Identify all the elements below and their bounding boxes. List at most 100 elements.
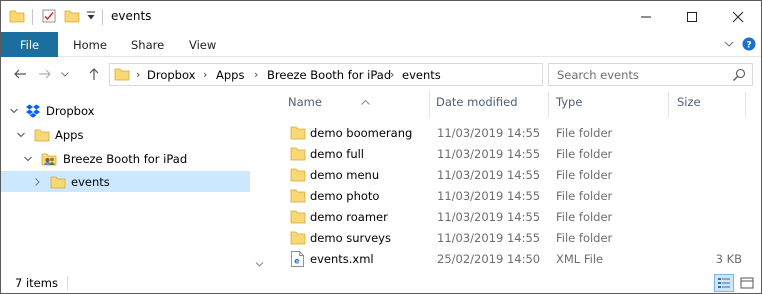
address-row: › Dropbox › Apps › Breeze Booth for iPad… — [1, 58, 761, 90]
column-divider[interactable] — [429, 92, 430, 118]
chevron-right-icon[interactable]: › — [136, 68, 140, 81]
file-date: 11/03/2019 14:55 — [437, 147, 541, 161]
column-header-name[interactable]: Name — [288, 95, 370, 121]
large-icons-view-button[interactable] — [737, 274, 757, 292]
search-input[interactable]: Search events — [557, 68, 639, 82]
file-name: events.xml — [310, 252, 374, 266]
file-type: File folder — [556, 147, 613, 161]
file-row[interactable]: demo surveys 11/03/2019 14:55 File folde… — [286, 227, 736, 248]
folder-icon — [290, 231, 306, 248]
folder-icon — [34, 127, 50, 146]
scroll-down-button[interactable] — [252, 258, 266, 270]
chevron-right-icon[interactable]: › — [254, 68, 258, 81]
file-date: 11/03/2019 14:55 — [437, 231, 541, 245]
chevron-down-icon[interactable] — [23, 153, 33, 167]
file-name: demo boomerang — [310, 126, 413, 140]
column-divider[interactable] — [668, 92, 669, 118]
file-type: File folder — [556, 210, 613, 224]
folder-icon — [114, 66, 130, 85]
tab-view[interactable]: View — [189, 32, 216, 57]
file-row[interactable]: demo boomerang 11/03/2019 14:55 File fol… — [286, 122, 736, 143]
file-row[interactable]: demo photo 11/03/2019 14:55 File folder — [286, 185, 736, 206]
file-name: demo surveys — [310, 231, 391, 245]
details-view-icon — [718, 278, 730, 288]
file-row[interactable]: demo menu 11/03/2019 14:55 File folder — [286, 164, 736, 185]
up-button[interactable] — [84, 64, 104, 84]
search-icon[interactable] — [732, 68, 746, 85]
forward-button[interactable] — [35, 64, 55, 84]
status-bar: 7 items — [1, 271, 761, 293]
properties-icon[interactable] — [41, 8, 57, 27]
xml-file-icon: e — [291, 251, 304, 270]
file-type: File folder — [556, 189, 613, 203]
title-bar: events — [1, 1, 761, 32]
address-bar[interactable]: › Dropbox › Apps › Breeze Booth for iPad… — [109, 63, 641, 86]
minimize-button[interactable] — [623, 1, 669, 32]
tree-label: Breeze Booth for iPad — [63, 152, 188, 166]
tree-item-breeze-booth[interactable]: Breeze Booth for iPad — [1, 148, 250, 169]
file-date: 11/03/2019 14:55 — [437, 189, 541, 203]
tree-item-dropbox[interactable]: Dropbox — [1, 100, 250, 121]
sort-ascending-icon — [361, 94, 370, 108]
file-row[interactable]: demo full 11/03/2019 14:55 File folder — [286, 143, 736, 164]
folder-icon — [50, 174, 66, 193]
file-row[interactable]: e events.xml 25/02/2019 14:50 XML File 3… — [286, 248, 742, 270]
file-list: Name Date modified Type Size demo boomer… — [276, 90, 761, 270]
chevron-right-icon[interactable]: › — [390, 68, 394, 81]
tree-item-apps[interactable]: Apps — [1, 124, 250, 145]
status-separator — [67, 276, 68, 290]
chevron-down-icon[interactable] — [16, 129, 26, 143]
file-type: File folder — [556, 126, 613, 140]
close-icon — [732, 11, 744, 22]
file-type: File folder — [556, 231, 613, 245]
search-box[interactable]: Search events — [548, 63, 753, 86]
file-explorer-window: events File Home Share View ? › Dropbox … — [0, 0, 762, 294]
chevron-right-icon[interactable] — [32, 176, 42, 190]
recent-locations-button[interactable] — [58, 64, 72, 84]
maximize-icon — [687, 11, 697, 22]
column-divider[interactable] — [745, 92, 746, 118]
chevron-right-icon[interactable]: › — [203, 68, 207, 81]
column-header-type[interactable]: Type — [556, 95, 582, 121]
help-icon[interactable]: ? — [742, 37, 756, 54]
expand-ribbon-icon[interactable] — [723, 38, 735, 53]
large-icons-view-icon — [740, 277, 754, 289]
file-name: demo full — [310, 147, 364, 161]
file-name: demo roamer — [310, 210, 388, 224]
tab-home[interactable]: Home — [73, 32, 107, 57]
column-header-size[interactable]: Size — [677, 95, 701, 121]
window-title: events — [111, 9, 152, 23]
back-button[interactable] — [10, 64, 30, 84]
folder-icon — [290, 168, 306, 185]
details-view-button[interactable] — [714, 274, 734, 292]
file-size: 3 KB — [715, 252, 742, 266]
file-row[interactable]: demo roamer 11/03/2019 14:55 File folder — [286, 206, 736, 227]
new-folder-icon[interactable] — [64, 8, 80, 27]
file-date: 11/03/2019 14:55 — [437, 126, 541, 140]
maximize-button[interactable] — [669, 1, 715, 32]
close-button[interactable] — [715, 1, 761, 32]
svg-text:e: e — [294, 257, 300, 266]
shared-folder-icon — [41, 151, 58, 170]
column-divider[interactable] — [548, 92, 549, 118]
breadcrumb-dropbox[interactable]: Dropbox — [147, 68, 195, 82]
back-arrow-icon — [14, 69, 26, 79]
tree-label: Dropbox — [46, 104, 95, 118]
tree-item-events[interactable]: events — [1, 171, 250, 192]
tab-share[interactable]: Share — [131, 32, 164, 57]
breadcrumb-breeze-booth[interactable]: Breeze Booth for iPad — [267, 68, 391, 82]
column-header-date[interactable]: Date modified — [436, 95, 518, 121]
column-label: Name — [288, 95, 322, 109]
chevron-down-icon — [61, 72, 69, 77]
minimize-icon — [641, 16, 651, 17]
folder-icon — [9, 8, 25, 27]
breadcrumb-apps[interactable]: Apps — [216, 68, 244, 82]
breadcrumb-events[interactable]: events — [402, 68, 441, 82]
file-date: 25/02/2019 14:50 — [437, 252, 541, 266]
ribbon-tabs: File Home Share View ? — [1, 32, 761, 57]
tab-file[interactable]: File — [1, 32, 58, 57]
chevron-down-icon[interactable] — [9, 105, 19, 119]
toolbar-separator — [102, 9, 103, 25]
customize-toolbar-icon[interactable] — [86, 10, 96, 25]
file-date: 11/03/2019 14:55 — [437, 168, 541, 182]
